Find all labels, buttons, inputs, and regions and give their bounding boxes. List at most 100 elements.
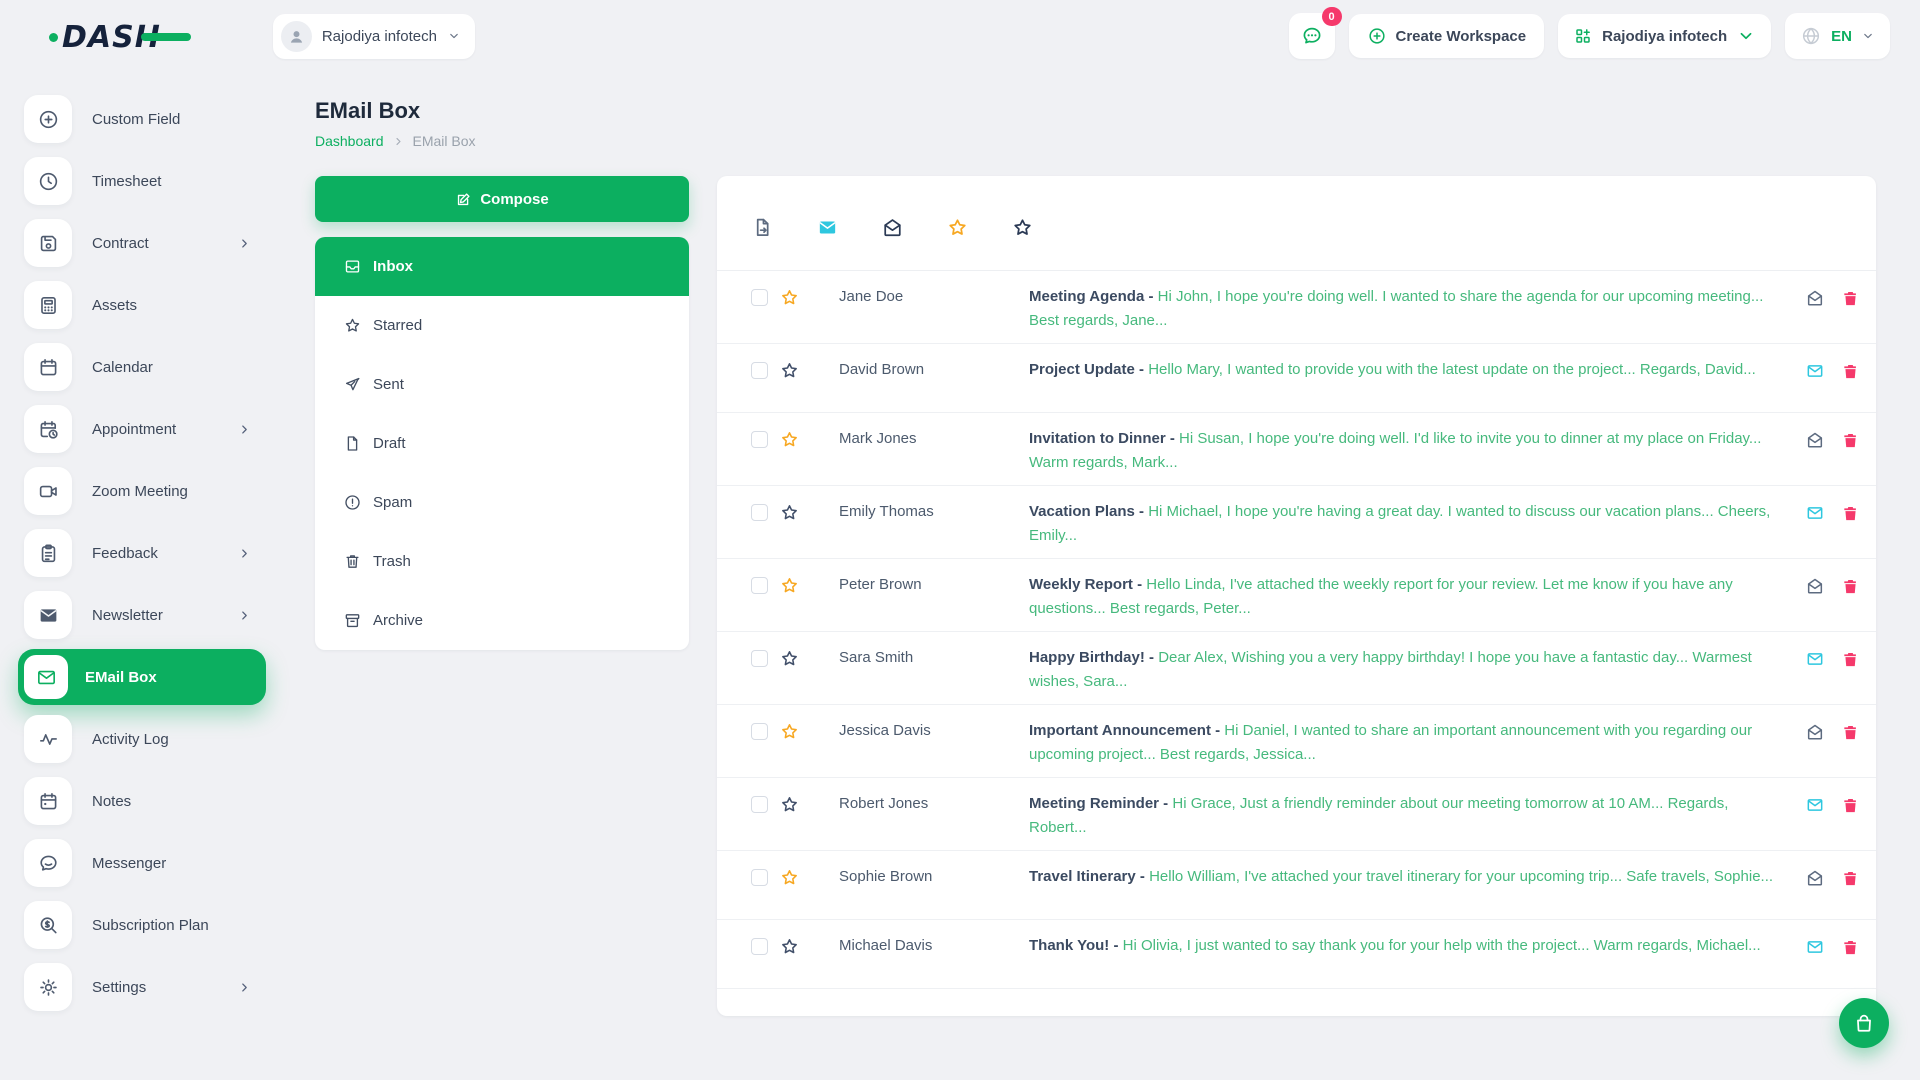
- mark-unread-icon[interactable]: [1805, 576, 1825, 596]
- folder-draft[interactable]: Draft: [315, 414, 689, 473]
- mark-read-icon[interactable]: [1805, 361, 1825, 381]
- sidebar-item-settings[interactable]: Settings: [18, 956, 266, 1018]
- email-row[interactable]: Sophie Brown Travel Itinerary - Hello Wil…: [717, 851, 1876, 920]
- store-fab-button[interactable]: [1839, 998, 1889, 1048]
- sidebar-item-activity-log[interactable]: Activity Log: [18, 708, 266, 770]
- sidebar-item-appointment[interactable]: Appointment: [18, 398, 266, 460]
- folder-inbox[interactable]: Inbox: [315, 237, 689, 296]
- email-checkbox[interactable]: [751, 938, 768, 955]
- email-sender: Sophie Brown: [839, 868, 933, 885]
- sidebar-item-calendar[interactable]: Calendar: [18, 336, 266, 398]
- email-checkbox[interactable]: [751, 289, 768, 306]
- mark-unread-icon[interactable]: [1805, 868, 1825, 888]
- starred-filter-icon[interactable]: [946, 216, 969, 239]
- mark-unread-icon[interactable]: [816, 216, 839, 239]
- mark-read-icon[interactable]: [1805, 503, 1825, 523]
- sidebar-item-email-box[interactable]: EMail Box: [18, 649, 266, 705]
- breadcrumb-dashboard-link[interactable]: Dashboard: [315, 133, 384, 149]
- email-row[interactable]: Michael Davis Thank You! - Hi Olivia, I j…: [717, 920, 1876, 989]
- chevron-right-icon: [237, 422, 252, 437]
- email-row-actions: [1791, 937, 1860, 957]
- sidebar-item-label: EMail Box: [85, 668, 157, 686]
- email-checkbox[interactable]: [751, 869, 768, 886]
- delete-icon[interactable]: [1841, 504, 1860, 523]
- mark-read-icon[interactable]: [1805, 937, 1825, 957]
- folder-sent[interactable]: Sent: [315, 355, 689, 414]
- sidebar-item-timesheet[interactable]: Timesheet: [18, 150, 266, 212]
- mark-read-icon[interactable]: [1805, 795, 1825, 815]
- delete-icon[interactable]: [1841, 362, 1860, 381]
- messages-button[interactable]: 0: [1288, 7, 1342, 59]
- language-code: EN: [1831, 27, 1852, 45]
- star-filled-icon[interactable]: [779, 429, 800, 450]
- email-checkbox[interactable]: [751, 504, 768, 521]
- folder-trash[interactable]: Trash: [315, 532, 689, 591]
- create-workspace-button[interactable]: Create Workspace: [1348, 14, 1545, 58]
- mark-unread-icon[interactable]: [1805, 288, 1825, 308]
- email-row[interactable]: Robert Jones Meeting Reminder - Hi Grace,…: [717, 778, 1876, 851]
- company-selector[interactable]: Rajodiya infotech: [1558, 14, 1772, 58]
- brand-logo[interactable]: DASH: [49, 17, 191, 57]
- email-checkbox[interactable]: [751, 577, 768, 594]
- star-icon[interactable]: [779, 794, 800, 815]
- email-preview: Hello Mary, I wanted to provide you with…: [1148, 361, 1756, 378]
- delete-icon[interactable]: [1841, 577, 1860, 596]
- email-checkbox[interactable]: [751, 362, 768, 379]
- email-row[interactable]: Jane Doe Meeting Agenda - Hi John, I hope…: [717, 271, 1876, 344]
- star-icon[interactable]: [779, 502, 800, 523]
- sidebar-item-notes[interactable]: Notes: [18, 770, 266, 832]
- star-filled-icon[interactable]: [779, 867, 800, 888]
- delete-icon[interactable]: [1841, 938, 1860, 957]
- create-workspace-label: Create Workspace: [1395, 27, 1527, 45]
- sidebar-item-custom-field[interactable]: Custom Field: [18, 88, 266, 150]
- star-filled-icon[interactable]: [779, 721, 800, 742]
- delete-icon[interactable]: [1841, 431, 1860, 450]
- sidebar-item-assets[interactable]: Assets: [18, 274, 266, 336]
- email-row[interactable]: Sara Smith Happy Birthday! - Dear Alex, W…: [717, 632, 1876, 705]
- email-row-actions: [1791, 576, 1860, 596]
- email-row[interactable]: Mark Jones Invitation to Dinner - Hi Susa…: [717, 413, 1876, 486]
- folder-archive[interactable]: Archive: [315, 591, 689, 650]
- unstarred-filter-icon[interactable]: [1011, 216, 1034, 239]
- star-filled-icon[interactable]: [779, 575, 800, 596]
- delete-icon[interactable]: [1841, 289, 1860, 308]
- sidebar-item-feedback[interactable]: Feedback: [18, 522, 266, 584]
- email-checkbox[interactable]: [751, 723, 768, 740]
- email-row[interactable]: David Brown Project Update - Hello Mary, …: [717, 344, 1876, 413]
- email-sender: Mark Jones: [839, 430, 917, 447]
- email-checkbox[interactable]: [751, 431, 768, 448]
- workspace-selector[interactable]: Rajodiya infotech: [272, 13, 475, 59]
- delete-icon[interactable]: [1841, 723, 1860, 742]
- email-checkbox[interactable]: [751, 650, 768, 667]
- star-icon[interactable]: [779, 648, 800, 669]
- mark-read-icon[interactable]: [1805, 649, 1825, 669]
- company-name: Rajodiya infotech: [1602, 27, 1728, 45]
- star-filled-icon[interactable]: [779, 287, 800, 308]
- email-row[interactable]: Emily Thomas Vacation Plans - Hi Michael,…: [717, 486, 1876, 559]
- mark-unread-icon[interactable]: [1805, 430, 1825, 450]
- star-icon[interactable]: [779, 360, 800, 381]
- sidebar-item-zoom-meeting[interactable]: Zoom Meeting: [18, 460, 266, 522]
- mark-unread-icon[interactable]: [1805, 722, 1825, 742]
- folder-starred[interactable]: Starred: [315, 296, 689, 355]
- email-row[interactable]: Jessica Davis Important Announcement - Hi…: [717, 705, 1876, 778]
- email-checkbox[interactable]: [751, 796, 768, 813]
- sidebar-item-newsletter[interactable]: Newsletter: [18, 584, 266, 646]
- language-selector[interactable]: EN: [1785, 13, 1890, 59]
- move-file-icon[interactable]: [751, 216, 774, 239]
- sidebar-item-messenger[interactable]: Messenger: [18, 832, 266, 894]
- email-toolbar: [717, 176, 1876, 271]
- star-icon[interactable]: [779, 936, 800, 957]
- folder-spam[interactable]: Spam: [315, 473, 689, 532]
- email-snippet: Travel Itinerary - Hello William, I've a…: [1029, 865, 1791, 889]
- sidebar-item-subscription-plan[interactable]: Subscription Plan: [18, 894, 266, 956]
- inbox-icon: [343, 257, 362, 276]
- sidebar-item-contract[interactable]: Contract: [18, 212, 266, 274]
- delete-icon[interactable]: [1841, 869, 1860, 888]
- delete-icon[interactable]: [1841, 650, 1860, 669]
- folder-label: Draft: [373, 435, 406, 452]
- mark-read-icon[interactable]: [881, 216, 904, 239]
- email-row[interactable]: Peter Brown Weekly Report - Hello Linda, …: [717, 559, 1876, 632]
- compose-button[interactable]: Compose: [315, 176, 689, 222]
- delete-icon[interactable]: [1841, 796, 1860, 815]
